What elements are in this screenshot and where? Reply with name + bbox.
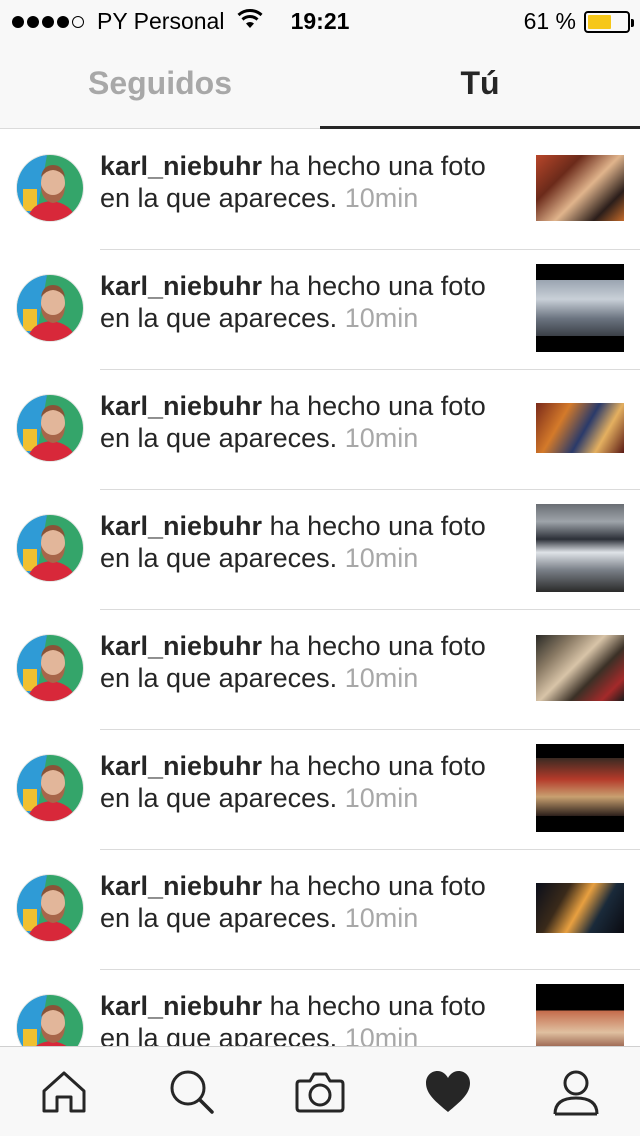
notification-row[interactable]: karl_niebuhr ha hecho una foto en la que…	[0, 130, 640, 250]
notification-row[interactable]: karl_niebuhr ha hecho una foto en la que…	[0, 490, 640, 610]
activity-button[interactable]	[418, 1065, 478, 1119]
notification-time: 10min	[344, 1023, 419, 1046]
notification-text: karl_niebuhr ha hecho una foto en la que…	[100, 870, 520, 934]
profile-icon	[553, 1070, 599, 1116]
notification-text: karl_niebuhr ha hecho una foto en la que…	[100, 270, 520, 334]
notification-row[interactable]: karl_niebuhr ha hecho una foto en la que…	[0, 730, 640, 850]
notification-row[interactable]: karl_niebuhr ha hecho una foto en la que…	[0, 970, 640, 1046]
avatar[interactable]	[16, 274, 84, 342]
home-icon	[42, 1071, 86, 1113]
photo-thumbnail[interactable]	[536, 155, 624, 221]
search-icon	[170, 1070, 214, 1114]
notification-time: 10min	[344, 183, 419, 213]
username-link[interactable]: karl_niebuhr	[100, 271, 262, 301]
notification-text: karl_niebuhr ha hecho una foto en la que…	[100, 990, 520, 1046]
notification-time: 10min	[344, 303, 419, 333]
avatar[interactable]	[16, 634, 84, 702]
profile-button[interactable]	[546, 1065, 606, 1119]
photo-thumbnail[interactable]	[536, 984, 624, 1046]
username-link[interactable]: karl_niebuhr	[100, 991, 262, 1021]
battery-percent: 61 %	[523, 8, 576, 34]
avatar[interactable]	[16, 394, 84, 462]
username-link[interactable]: karl_niebuhr	[100, 391, 262, 421]
photo-thumbnail[interactable]	[536, 744, 624, 832]
notification-time: 10min	[344, 663, 419, 693]
username-link[interactable]: karl_niebuhr	[100, 631, 262, 661]
heart-icon	[426, 1071, 470, 1112]
username-link[interactable]: karl_niebuhr	[100, 151, 262, 181]
username-link[interactable]: karl_niebuhr	[100, 751, 262, 781]
username-link[interactable]: karl_niebuhr	[100, 511, 262, 541]
active-tab-indicator	[320, 126, 640, 129]
status-bar: PY Personal 19:21 61 %	[0, 0, 640, 42]
notification-text: karl_niebuhr ha hecho una foto en la que…	[100, 150, 520, 214]
photo-thumbnail[interactable]	[536, 504, 624, 592]
notification-row[interactable]: karl_niebuhr ha hecho una foto en la que…	[0, 850, 640, 970]
notification-time: 10min	[344, 543, 419, 573]
battery-level	[588, 14, 612, 29]
bottom-nav	[0, 1046, 640, 1136]
notification-row[interactable]: karl_niebuhr ha hecho una foto en la que…	[0, 250, 640, 370]
avatar[interactable]	[16, 754, 84, 822]
notification-text: karl_niebuhr ha hecho una foto en la que…	[100, 390, 520, 454]
camera-button[interactable]	[290, 1065, 350, 1119]
avatar[interactable]	[16, 874, 84, 942]
avatar[interactable]	[16, 514, 84, 582]
notification-time: 10min	[344, 783, 419, 813]
photo-thumbnail[interactable]	[536, 403, 624, 453]
notification-text: karl_niebuhr ha hecho una foto en la que…	[100, 510, 520, 574]
notification-time: 10min	[344, 423, 419, 453]
notification-text: karl_niebuhr ha hecho una foto en la que…	[100, 750, 520, 814]
battery-icon	[584, 10, 634, 33]
notification-time: 10min	[344, 903, 419, 933]
notification-text: karl_niebuhr ha hecho una foto en la que…	[100, 630, 520, 694]
home-button[interactable]	[34, 1065, 94, 1119]
notification-row[interactable]: karl_niebuhr ha hecho una foto en la que…	[0, 370, 640, 490]
status-right: 61 %	[523, 8, 634, 35]
search-button[interactable]	[162, 1065, 222, 1119]
activity-tabs: Seguidos Tú	[0, 42, 640, 129]
camera-icon	[295, 1072, 345, 1113]
photo-thumbnail[interactable]	[536, 264, 624, 352]
avatar[interactable]	[16, 154, 84, 222]
photo-thumbnail[interactable]	[536, 883, 624, 933]
photo-thumbnail[interactable]	[536, 635, 624, 701]
notification-row[interactable]: karl_niebuhr ha hecho una foto en la que…	[0, 610, 640, 730]
tab-following[interactable]: Seguidos	[0, 42, 320, 128]
tab-you[interactable]: Tú	[320, 42, 640, 128]
username-link[interactable]: karl_niebuhr	[100, 871, 262, 901]
notification-list[interactable]: karl_niebuhr ha hecho una foto en la que…	[0, 130, 640, 1046]
avatar[interactable]	[16, 994, 84, 1046]
